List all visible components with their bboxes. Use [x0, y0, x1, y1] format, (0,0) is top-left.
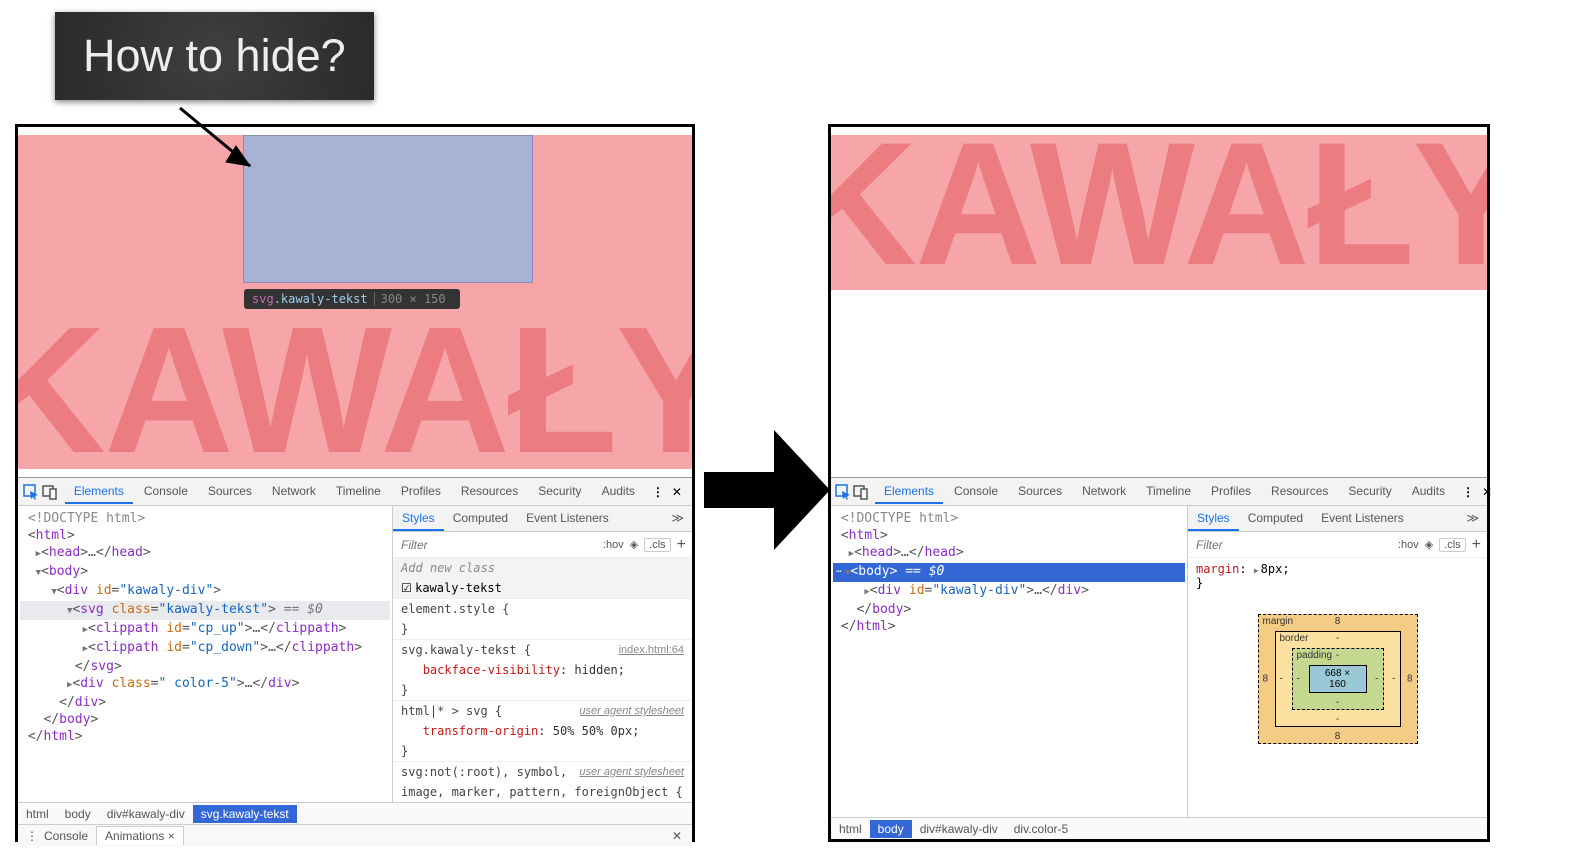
tab-sources[interactable]: Sources	[199, 479, 261, 504]
class-checkbox-row[interactable]: ☑ kawaly-tekst	[393, 578, 692, 598]
dom-tree-right[interactable]: <!DOCTYPE html> <html> <head>…</head> ⋯<…	[831, 506, 1187, 817]
hov-toggle[interactable]: :hov	[1398, 539, 1419, 551]
crumb-div[interactable]: div#kawaly-div	[912, 820, 1006, 838]
callout-text: How to hide?	[83, 30, 346, 81]
breadcrumb-left: html body div#kawaly-div svg.kawaly-teks…	[18, 802, 692, 824]
tooltip-class: .kawaly-tekst	[274, 292, 368, 306]
rule-element-style[interactable]: element.style {	[393, 598, 692, 619]
tab-elements[interactable]: Elements	[65, 479, 133, 504]
crumb-color[interactable]: div.color-5	[1006, 820, 1076, 838]
tab-network[interactable]: Network	[1073, 479, 1135, 504]
rule-ua-svg[interactable]: user agent stylesheethtml|* > svg {	[393, 700, 692, 721]
rule-ua-svgroot[interactable]: user agent stylesheetsvg:not(:root), sym…	[393, 761, 692, 782]
tab-event-listeners[interactable]: Event Listeners	[1312, 506, 1413, 531]
tab-styles[interactable]: Styles	[393, 506, 444, 531]
devtools-left: Elements Console Sources Network Timelin…	[18, 477, 692, 846]
tab-computed[interactable]: Computed	[1239, 506, 1312, 531]
devtools-toolbar-right: Elements Console Sources Network Timelin…	[831, 478, 1487, 506]
preview-area-left: KAWAŁY svg.kawaly-tekst 300 × 150	[18, 127, 692, 477]
add-class-input[interactable]: Add new class	[393, 558, 692, 578]
drawer: ⋮ Console Animations × ✕	[18, 824, 692, 846]
close-devtools-icon[interactable]: ✕	[1482, 485, 1492, 499]
tab-sources[interactable]: Sources	[1009, 479, 1071, 504]
device-toggle-icon[interactable]	[853, 480, 869, 504]
dom-selected-svg[interactable]: <svg class="kawaly-tekst"> == $0	[20, 601, 390, 620]
transition-arrow-icon	[704, 420, 834, 560]
tab-elements[interactable]: Elements	[875, 479, 943, 504]
tab-timeline[interactable]: Timeline	[327, 479, 390, 504]
tab-timeline[interactable]: Timeline	[1137, 479, 1200, 504]
styles-rules-list: Add new class ☑ kawaly-tekst element.sty…	[393, 558, 692, 802]
pin-icon[interactable]: ◈	[630, 538, 638, 551]
tab-resources[interactable]: Resources	[452, 479, 527, 504]
banner-title: KAWAŁY	[18, 301, 692, 469]
style-margin-row[interactable]: margin: 8px; }	[1188, 558, 1487, 594]
styles-sidebar: Styles Computed Event Listeners ≫ :hov ◈…	[392, 506, 692, 802]
styles-sidebar-right: Styles Computed Event Listeners ≫ :hov ◈…	[1187, 506, 1487, 817]
box-model-diagram: margin 8 8 8 8 border - - - - padding	[1258, 614, 1418, 744]
window-before: KAWAŁY svg.kawaly-tekst 300 × 150 Element…	[15, 124, 695, 842]
dom-selected-body[interactable]: ⋯<body> == $0	[833, 563, 1185, 582]
add-rule-icon[interactable]: +	[1472, 536, 1481, 554]
dom-tree[interactable]: <!DOCTYPE html> <html> <head>…</head> <b…	[18, 506, 392, 802]
devtools-tabs: Elements Console Sources Network Timelin…	[65, 479, 644, 504]
rule-svg-kawaly[interactable]: index.html:64svg.kawaly-tekst {	[393, 639, 692, 660]
drawer-animations[interactable]: Animations ×	[96, 826, 184, 845]
callout-box: How to hide?	[55, 12, 374, 100]
kebab-icon[interactable]: ⋮	[652, 485, 664, 499]
drawer-console[interactable]: Console	[36, 827, 96, 845]
callout-arrow	[140, 104, 280, 194]
more-tabs-icon[interactable]: ≫	[1457, 506, 1487, 531]
tab-resources[interactable]: Resources	[1262, 479, 1337, 504]
tab-styles[interactable]: Styles	[1188, 506, 1239, 531]
add-rule-icon[interactable]: +	[677, 536, 686, 554]
tab-audits[interactable]: Audits	[593, 479, 644, 504]
tooltip-tag: svg	[252, 292, 274, 306]
inspect-icon[interactable]	[835, 480, 851, 504]
crumb-html[interactable]: html	[831, 820, 870, 838]
box-model-content: 668 × 160	[1309, 665, 1367, 693]
devtools-right: Elements Console Sources Network Timelin…	[831, 477, 1487, 839]
tab-audits[interactable]: Audits	[1403, 479, 1454, 504]
tab-console[interactable]: Console	[945, 479, 1007, 504]
device-toggle-icon[interactable]	[41, 480, 58, 504]
crumb-svg[interactable]: svg.kawaly-tekst	[193, 805, 297, 823]
kebab-icon[interactable]: ⋮	[1462, 485, 1474, 499]
tab-event-listeners[interactable]: Event Listeners	[517, 506, 618, 531]
drawer-menu-icon[interactable]: ⋮	[18, 827, 36, 845]
window-after: KAWAŁY Elements Console Sources Network …	[828, 124, 1490, 842]
tab-profiles[interactable]: Profiles	[392, 479, 450, 504]
crumb-div[interactable]: div#kawaly-div	[99, 805, 193, 823]
tab-security[interactable]: Security	[529, 479, 590, 504]
preview-area-right: KAWAŁY	[831, 127, 1487, 477]
tab-security[interactable]: Security	[1339, 479, 1400, 504]
crumb-html[interactable]: html	[18, 805, 57, 823]
cls-toggle[interactable]: .cls	[1439, 538, 1466, 552]
tab-console[interactable]: Console	[135, 479, 197, 504]
tab-profiles[interactable]: Profiles	[1202, 479, 1260, 504]
pin-icon[interactable]: ◈	[1425, 538, 1433, 551]
inspect-icon[interactable]	[22, 480, 39, 504]
styles-filter-input[interactable]	[1194, 537, 1392, 553]
element-tooltip: svg.kawaly-tekst 300 × 150	[244, 289, 460, 309]
drawer-close-icon[interactable]: ✕	[662, 827, 692, 845]
hov-toggle[interactable]: :hov	[603, 539, 624, 551]
tooltip-size: 300 × 150	[374, 292, 446, 306]
element-highlight	[243, 135, 533, 283]
tab-network[interactable]: Network	[263, 479, 325, 504]
cls-toggle[interactable]: .cls	[644, 538, 671, 552]
styles-filter-row: :hov ◈ .cls +	[393, 532, 692, 558]
crumb-body[interactable]: body	[870, 820, 912, 838]
close-devtools-icon[interactable]: ✕	[672, 485, 682, 499]
styles-tabs: Styles Computed Event Listeners ≫	[393, 506, 692, 532]
tab-computed[interactable]: Computed	[444, 506, 517, 531]
devtools-toolbar: Elements Console Sources Network Timelin…	[18, 478, 692, 506]
more-tabs-icon[interactable]: ≫	[662, 506, 692, 531]
crumb-body[interactable]: body	[57, 805, 99, 823]
banner-title-right: KAWAŁY	[831, 135, 1487, 290]
styles-filter-input[interactable]	[399, 537, 597, 553]
breadcrumb-right: html body div#kawaly-div div.color-5	[831, 817, 1487, 839]
